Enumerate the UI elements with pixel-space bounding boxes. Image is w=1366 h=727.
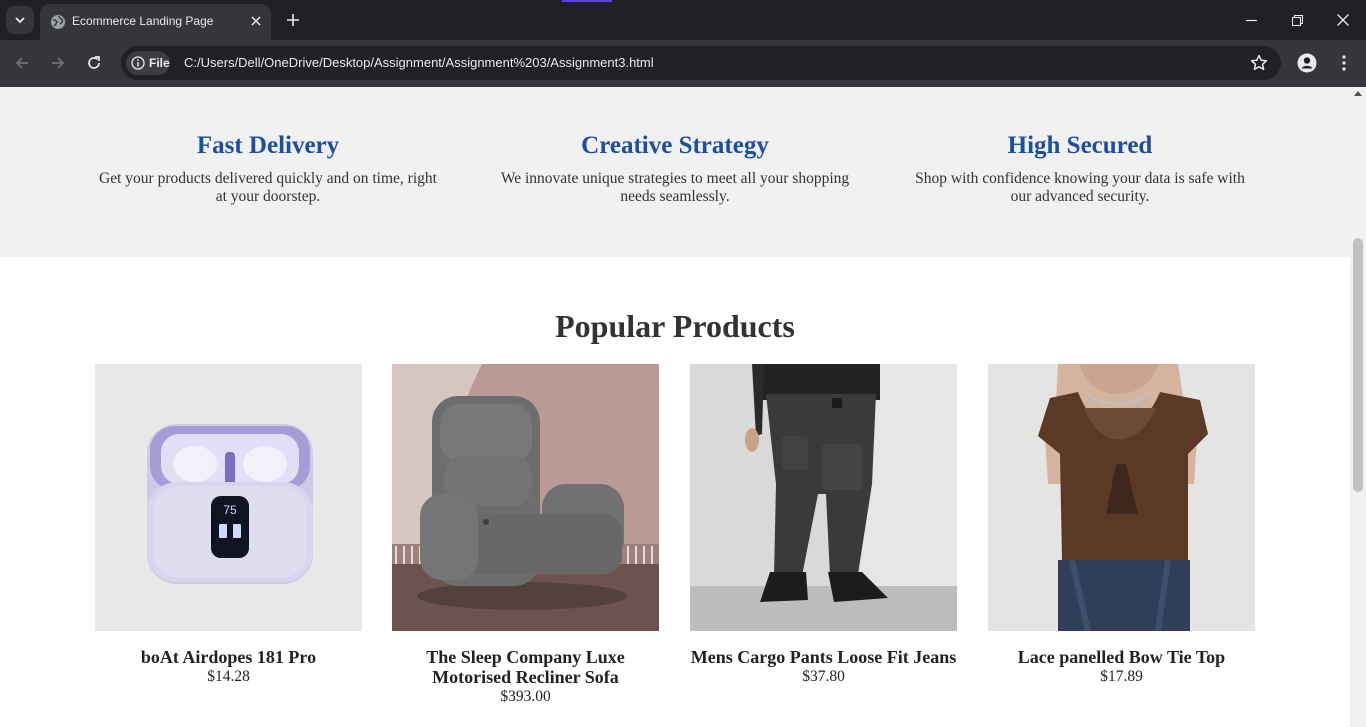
- info-icon: [131, 56, 145, 70]
- back-button[interactable]: [11, 52, 33, 74]
- product-image-earbuds[interactable]: 75: [95, 364, 362, 631]
- product-name[interactable]: Mens Cargo Pants Loose Fit Jeans: [690, 647, 957, 667]
- minimize-icon: [1245, 19, 1257, 21]
- address-bar[interactable]: File C:/Users/Dell/OneDrive/Desktop/Assi…: [121, 46, 1281, 80]
- feature-title: Creative Strategy: [581, 132, 769, 159]
- page-scrollbar[interactable]: [1350, 87, 1366, 727]
- accent-strip: [562, 0, 612, 2]
- forward-button[interactable]: [47, 52, 69, 74]
- menu-button[interactable]: [1333, 52, 1355, 74]
- globe-icon: [51, 15, 65, 29]
- star-icon[interactable]: [1249, 53, 1269, 73]
- feature-title: Fast Delivery: [196, 132, 340, 159]
- product-price: $14.28: [207, 668, 250, 685]
- product-card[interactable]: The Sleep Company Luxe Motorised Recline…: [392, 364, 659, 707]
- arrow-left-icon: [15, 57, 28, 69]
- close-icon: [251, 16, 261, 26]
- restore-button[interactable]: [1287, 10, 1307, 30]
- url-text[interactable]: C:/Users/Dell/OneDrive/Desktop/Assignmen…: [184, 55, 654, 70]
- restore-icon: [1291, 14, 1303, 26]
- product-card[interactable]: Mens Cargo Pants Loose Fit Jeans $37.80: [690, 364, 957, 687]
- tab-title: Ecommerce Landing Page: [72, 14, 214, 28]
- chevron-down-icon: [15, 17, 25, 24]
- scroll-thumb[interactable]: [1353, 238, 1363, 492]
- scroll-up-arrow-icon[interactable]: [1354, 91, 1362, 96]
- product-price: $393.00: [500, 688, 551, 705]
- section-title: Popular Products: [555, 308, 795, 344]
- feature-fast-delivery: Fast Delivery Get your products delivere…: [93, 129, 443, 206]
- tab-search-button[interactable]: [6, 6, 34, 34]
- product-card[interactable]: 75 boAt Airdopes 181 Pro $14.28: [95, 364, 362, 687]
- new-tab-button[interactable]: [282, 9, 304, 31]
- product-name[interactable]: The Sleep Company Luxe Motorised Recline…: [392, 647, 659, 687]
- tab-close-button[interactable]: [247, 12, 265, 30]
- feature-creative-strategy: Creative Strategy We innovate unique str…: [500, 129, 850, 206]
- more-vert-icon: [1342, 55, 1346, 71]
- case-display-reading: 75: [223, 503, 237, 517]
- product-name[interactable]: Lace panelled Bow Tie Top: [988, 647, 1255, 667]
- product-price: $17.89: [1100, 668, 1143, 685]
- reload-button[interactable]: [83, 52, 105, 74]
- close-icon: [1337, 14, 1349, 26]
- product-image-recliner[interactable]: [392, 364, 659, 631]
- tab-bar: Ecommerce Landing Page: [0, 0, 1366, 40]
- browser-tab[interactable]: Ecommerce Landing Page: [40, 4, 271, 40]
- file-chip-label: File: [149, 56, 170, 70]
- reload-icon: [88, 56, 100, 69]
- product-image-lace-top[interactable]: [988, 364, 1255, 631]
- feature-title: High Secured: [1007, 132, 1153, 159]
- profile-button[interactable]: [1296, 52, 1318, 74]
- product-image-cargo-pants[interactable]: [690, 364, 957, 631]
- plus-icon: [287, 14, 299, 26]
- site-info-chip[interactable]: File: [126, 51, 170, 75]
- features-section: Fast Delivery Get your products delivere…: [0, 87, 1350, 257]
- arrow-right-icon: [52, 57, 65, 69]
- feature-high-secured: High Secured Shop with confidence knowin…: [905, 129, 1255, 206]
- product-card[interactable]: Lace panelled Bow Tie Top $17.89: [988, 364, 1255, 687]
- feature-description: Shop with confidence knowing your data i…: [915, 170, 1245, 205]
- product-price: $37.80: [802, 668, 845, 685]
- feature-description: We innovate unique strategies to meet al…: [500, 170, 850, 205]
- close-window-button[interactable]: [1333, 10, 1353, 30]
- page-viewport: Fast Delivery Get your products delivere…: [0, 87, 1350, 727]
- product-name[interactable]: boAt Airdopes 181 Pro: [95, 647, 362, 667]
- feature-description: Get your products delivered quickly and …: [99, 170, 437, 205]
- minimize-button[interactable]: [1241, 10, 1261, 30]
- profile-icon: [1297, 53, 1317, 73]
- browser-toolbar: File C:/Users/Dell/OneDrive/Desktop/Assi…: [0, 40, 1366, 87]
